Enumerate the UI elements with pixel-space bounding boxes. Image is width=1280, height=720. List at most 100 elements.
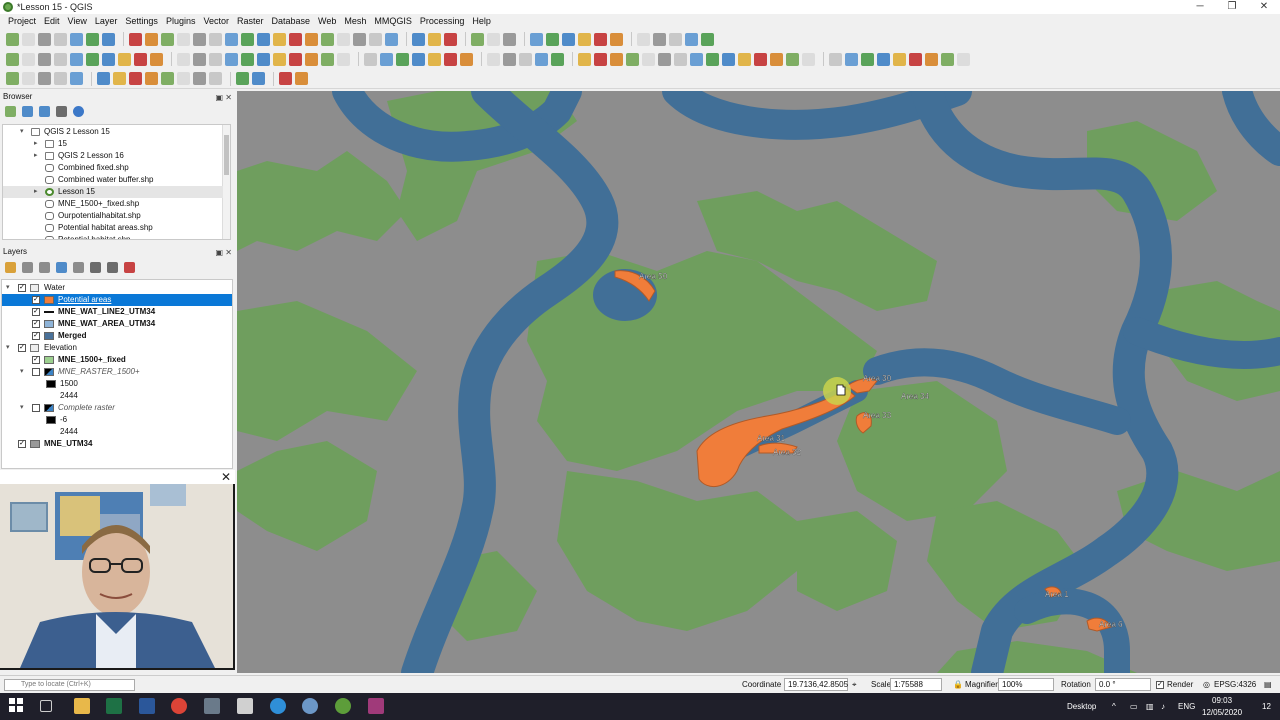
- expand-arrow-icon[interactable]: ▾: [6, 342, 10, 354]
- tray-date[interactable]: 12/05/2020: [1202, 706, 1242, 720]
- expand-arrow-icon[interactable]: ▾: [20, 366, 24, 378]
- attribute-tool-icon[interactable]: [6, 72, 19, 85]
- project-tool-icon[interactable]: [487, 32, 500, 46]
- digitize-tool-icon[interactable]: [893, 52, 906, 66]
- digitize-tool-icon[interactable]: [861, 52, 874, 66]
- project-tool-icon[interactable]: [209, 32, 222, 46]
- project-tool-icon[interactable]: [562, 32, 575, 46]
- digitize-tool-icon[interactable]: [487, 52, 500, 66]
- digitize-tool-icon[interactable]: [626, 52, 639, 66]
- project-tool-icon[interactable]: [102, 32, 115, 46]
- digitize-tool-icon[interactable]: [829, 52, 842, 66]
- panel-float-close-icon[interactable]: ▣ ✕: [216, 92, 232, 104]
- layer-visibility-checkbox[interactable]: ✓: [32, 320, 40, 328]
- digitize-tool-icon[interactable]: [610, 52, 623, 66]
- layer-row[interactable]: ✓ Potential areas: [2, 294, 232, 306]
- project-tool-icon[interactable]: [578, 32, 591, 46]
- browser-item[interactable]: MNE_1500+_fixed.shp: [3, 198, 223, 210]
- add-group-icon[interactable]: [22, 262, 33, 273]
- digitize-tool-icon[interactable]: [551, 52, 564, 66]
- rotation-field[interactable]: 0.0 °: [1095, 678, 1151, 691]
- menu-mesh[interactable]: Mesh: [340, 14, 370, 29]
- layer-row[interactable]: -6: [2, 414, 232, 426]
- attribute-tool-icon[interactable]: [129, 72, 142, 85]
- recorder-icon[interactable]: [368, 698, 384, 714]
- project-tool-icon[interactable]: [145, 32, 158, 46]
- refresh-icon[interactable]: [22, 106, 33, 117]
- coordinate-field[interactable]: 19.7136,42.8505: [784, 678, 848, 691]
- layer-row[interactable]: 2444: [2, 426, 232, 438]
- project-tool-icon[interactable]: [129, 32, 142, 46]
- attribute-tool-icon[interactable]: [113, 72, 126, 85]
- menu-processing[interactable]: Processing: [416, 14, 469, 29]
- expand-arrow-icon[interactable]: ▾: [20, 402, 24, 414]
- digitize-tool-icon[interactable]: [444, 52, 457, 66]
- layer-visibility-checkbox[interactable]: ✓: [18, 284, 26, 292]
- digitize-tool-icon[interactable]: [674, 52, 687, 66]
- project-tool-icon[interactable]: [38, 32, 51, 46]
- menu-help[interactable]: Help: [468, 14, 495, 29]
- layer-visibility-checkbox[interactable]: [32, 368, 40, 376]
- digitize-tool-icon[interactable]: [54, 52, 67, 66]
- digitize-tool-icon[interactable]: [642, 52, 655, 66]
- excel-icon[interactable]: [106, 698, 122, 714]
- digitize-tool-icon[interactable]: [690, 52, 703, 66]
- menu-layer[interactable]: Layer: [91, 14, 122, 29]
- windows-start-icon[interactable]: [9, 698, 25, 714]
- project-tool-icon[interactable]: [161, 32, 174, 46]
- attribute-tool-icon[interactable]: [54, 72, 67, 85]
- attribute-tool-icon[interactable]: [177, 72, 190, 85]
- tray-battery-icon[interactable]: ▭: [1130, 693, 1138, 720]
- digitize-tool-icon[interactable]: [658, 52, 671, 66]
- attribute-tool-icon[interactable]: [252, 72, 265, 85]
- project-tool-icon[interactable]: [289, 32, 302, 46]
- word-icon[interactable]: [139, 698, 155, 714]
- r-icon[interactable]: [302, 698, 318, 714]
- project-tool-icon[interactable]: [530, 32, 543, 46]
- menu-view[interactable]: View: [64, 14, 91, 29]
- project-tool-icon[interactable]: [471, 32, 484, 46]
- lock-scale-icon[interactable]: 🔒: [953, 679, 963, 691]
- maximize-button[interactable]: ❐: [1216, 0, 1248, 14]
- attribute-tool-icon[interactable]: [236, 72, 249, 85]
- project-tool-icon[interactable]: [241, 32, 254, 46]
- layer-visibility-checkbox[interactable]: ✓: [18, 440, 26, 448]
- filter-legend-icon[interactable]: [56, 262, 67, 273]
- project-tool-icon[interactable]: [177, 32, 190, 46]
- attribute-tool-icon[interactable]: [70, 72, 83, 85]
- scale-field[interactable]: 1:75588: [890, 678, 942, 691]
- layer-row[interactable]: 2444: [2, 390, 232, 402]
- messages-icon[interactable]: ▤: [1264, 679, 1272, 691]
- minimize-button[interactable]: ─: [1184, 0, 1216, 14]
- attribute-tool-icon[interactable]: [209, 72, 222, 85]
- browser-item[interactable]: ▾ QGIS 2 Lesson 15: [3, 126, 223, 138]
- attribute-tool-icon[interactable]: [295, 72, 308, 85]
- digitize-tool-icon[interactable]: [225, 52, 238, 66]
- layer-row[interactable]: ▾ ✓ Water: [2, 282, 232, 294]
- remove-layer-icon[interactable]: [124, 262, 135, 273]
- digitize-tool-icon[interactable]: [738, 52, 751, 66]
- layer-row[interactable]: ✓ MNE_1500+_fixed: [2, 354, 232, 366]
- browser-tree[interactable]: ▾ QGIS 2 Lesson 15 ▸ 15 ▸ QGIS 2 Lesson 16 Com…: [2, 124, 231, 240]
- project-tool-icon[interactable]: [685, 32, 698, 46]
- digitize-tool-icon[interactable]: [193, 52, 206, 66]
- browser-scrollbar[interactable]: [222, 125, 230, 239]
- layer-visibility-checkbox[interactable]: ✓: [32, 356, 40, 364]
- digitize-tool-icon[interactable]: [70, 52, 83, 66]
- locator-search-input[interactable]: Type to locate (Ctrl+K): [4, 679, 135, 691]
- digitize-tool-icon[interactable]: [877, 52, 890, 66]
- digitize-tool-icon[interactable]: [412, 52, 425, 66]
- collapse-all-icon[interactable]: [56, 106, 67, 117]
- attribute-tool-icon[interactable]: [161, 72, 174, 85]
- layer-visibility-checkbox[interactable]: ✓: [32, 332, 40, 340]
- project-tool-icon[interactable]: [594, 32, 607, 46]
- menu-database[interactable]: Database: [268, 14, 315, 29]
- browser-item[interactable]: ▸ 15: [3, 138, 223, 150]
- menu-vector[interactable]: Vector: [199, 14, 233, 29]
- digitize-tool-icon[interactable]: [134, 52, 147, 66]
- digitize-tool-icon[interactable]: [460, 52, 473, 66]
- menu-web[interactable]: Web: [314, 14, 340, 29]
- browser-item[interactable]: Potential habitat areas.shp: [3, 222, 223, 234]
- digitize-tool-icon[interactable]: [6, 52, 19, 66]
- layers-panel-float-close-icon[interactable]: ▣ ✕: [216, 247, 232, 259]
